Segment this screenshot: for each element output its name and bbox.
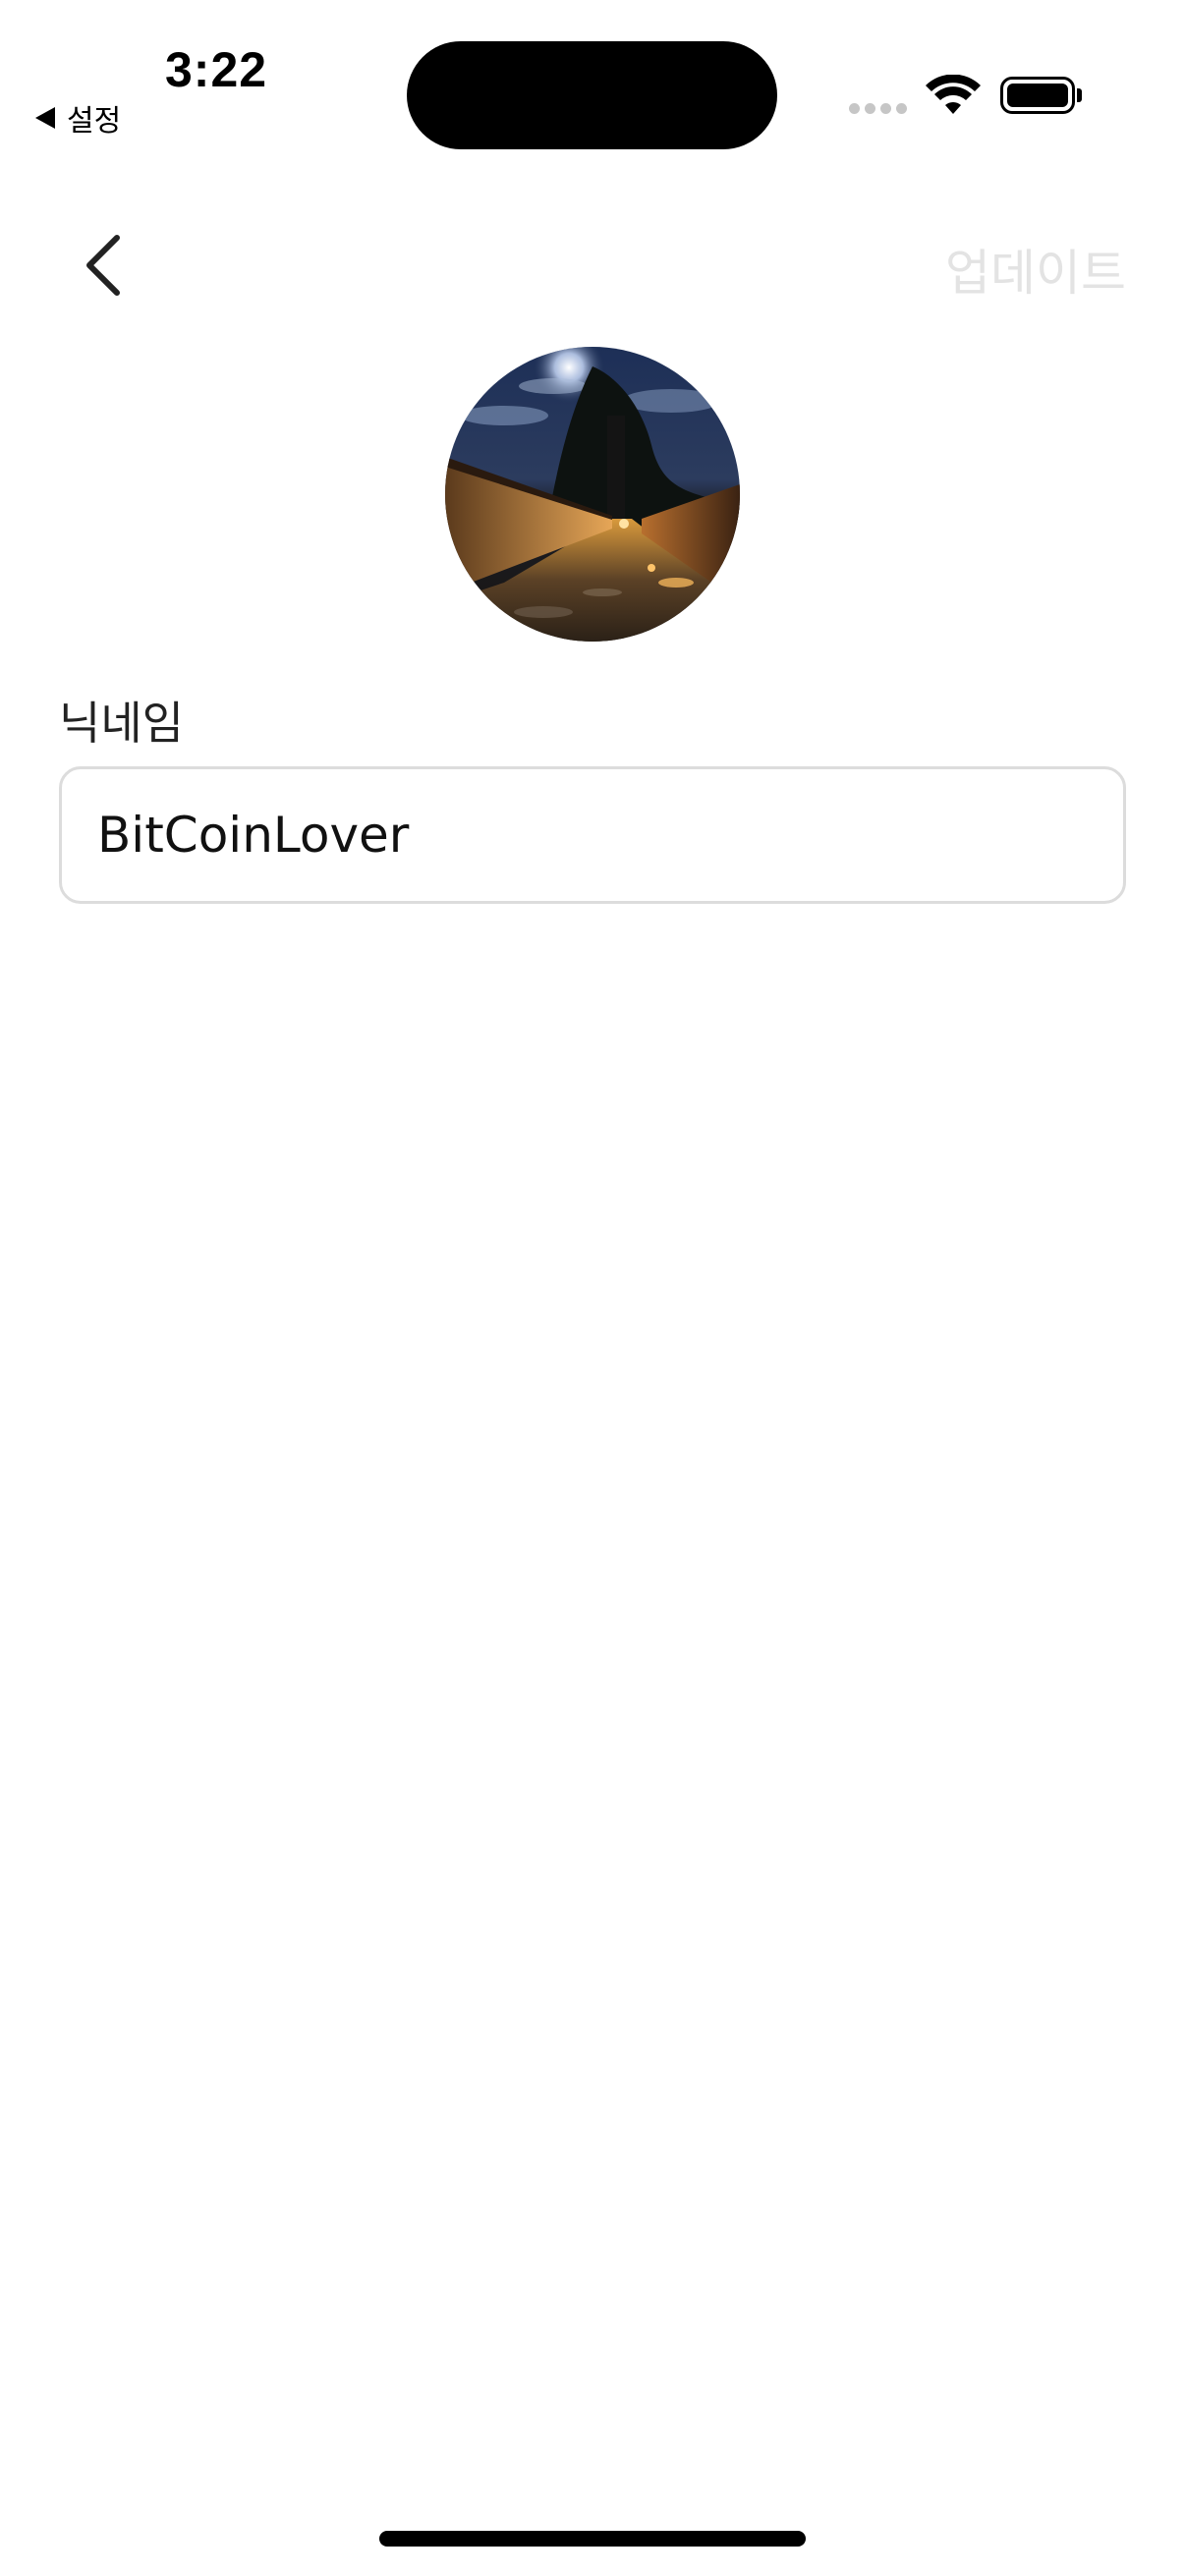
battery-cap bbox=[1077, 88, 1082, 102]
nickname-label: 닉네임 bbox=[59, 697, 184, 750]
battery-level-fill bbox=[1007, 84, 1068, 107]
nickname-input[interactable] bbox=[59, 766, 1126, 904]
dynamic-island bbox=[407, 41, 777, 149]
chevron-left-icon bbox=[86, 235, 120, 296]
status-time: 3:22 bbox=[165, 42, 268, 97]
cellular-signal-icon bbox=[849, 103, 907, 114]
back-triangle-icon bbox=[35, 107, 55, 129]
profile-photo-image bbox=[445, 347, 740, 642]
back-to-settings-link[interactable]: 설정 bbox=[35, 96, 121, 140]
back-button[interactable] bbox=[69, 224, 138, 307]
update-button[interactable]: 업데이트 bbox=[945, 234, 1126, 305]
profile-edit-screen: 3:22 설정 업데이트 닉네임 BitCoinLover bbox=[0, 0, 1185, 2576]
wifi-icon bbox=[926, 75, 981, 114]
battery-icon bbox=[1000, 77, 1075, 114]
back-to-settings-label: 설정 bbox=[67, 104, 122, 139]
profile-avatar[interactable] bbox=[445, 347, 740, 642]
home-indicator[interactable] bbox=[379, 2531, 806, 2547]
